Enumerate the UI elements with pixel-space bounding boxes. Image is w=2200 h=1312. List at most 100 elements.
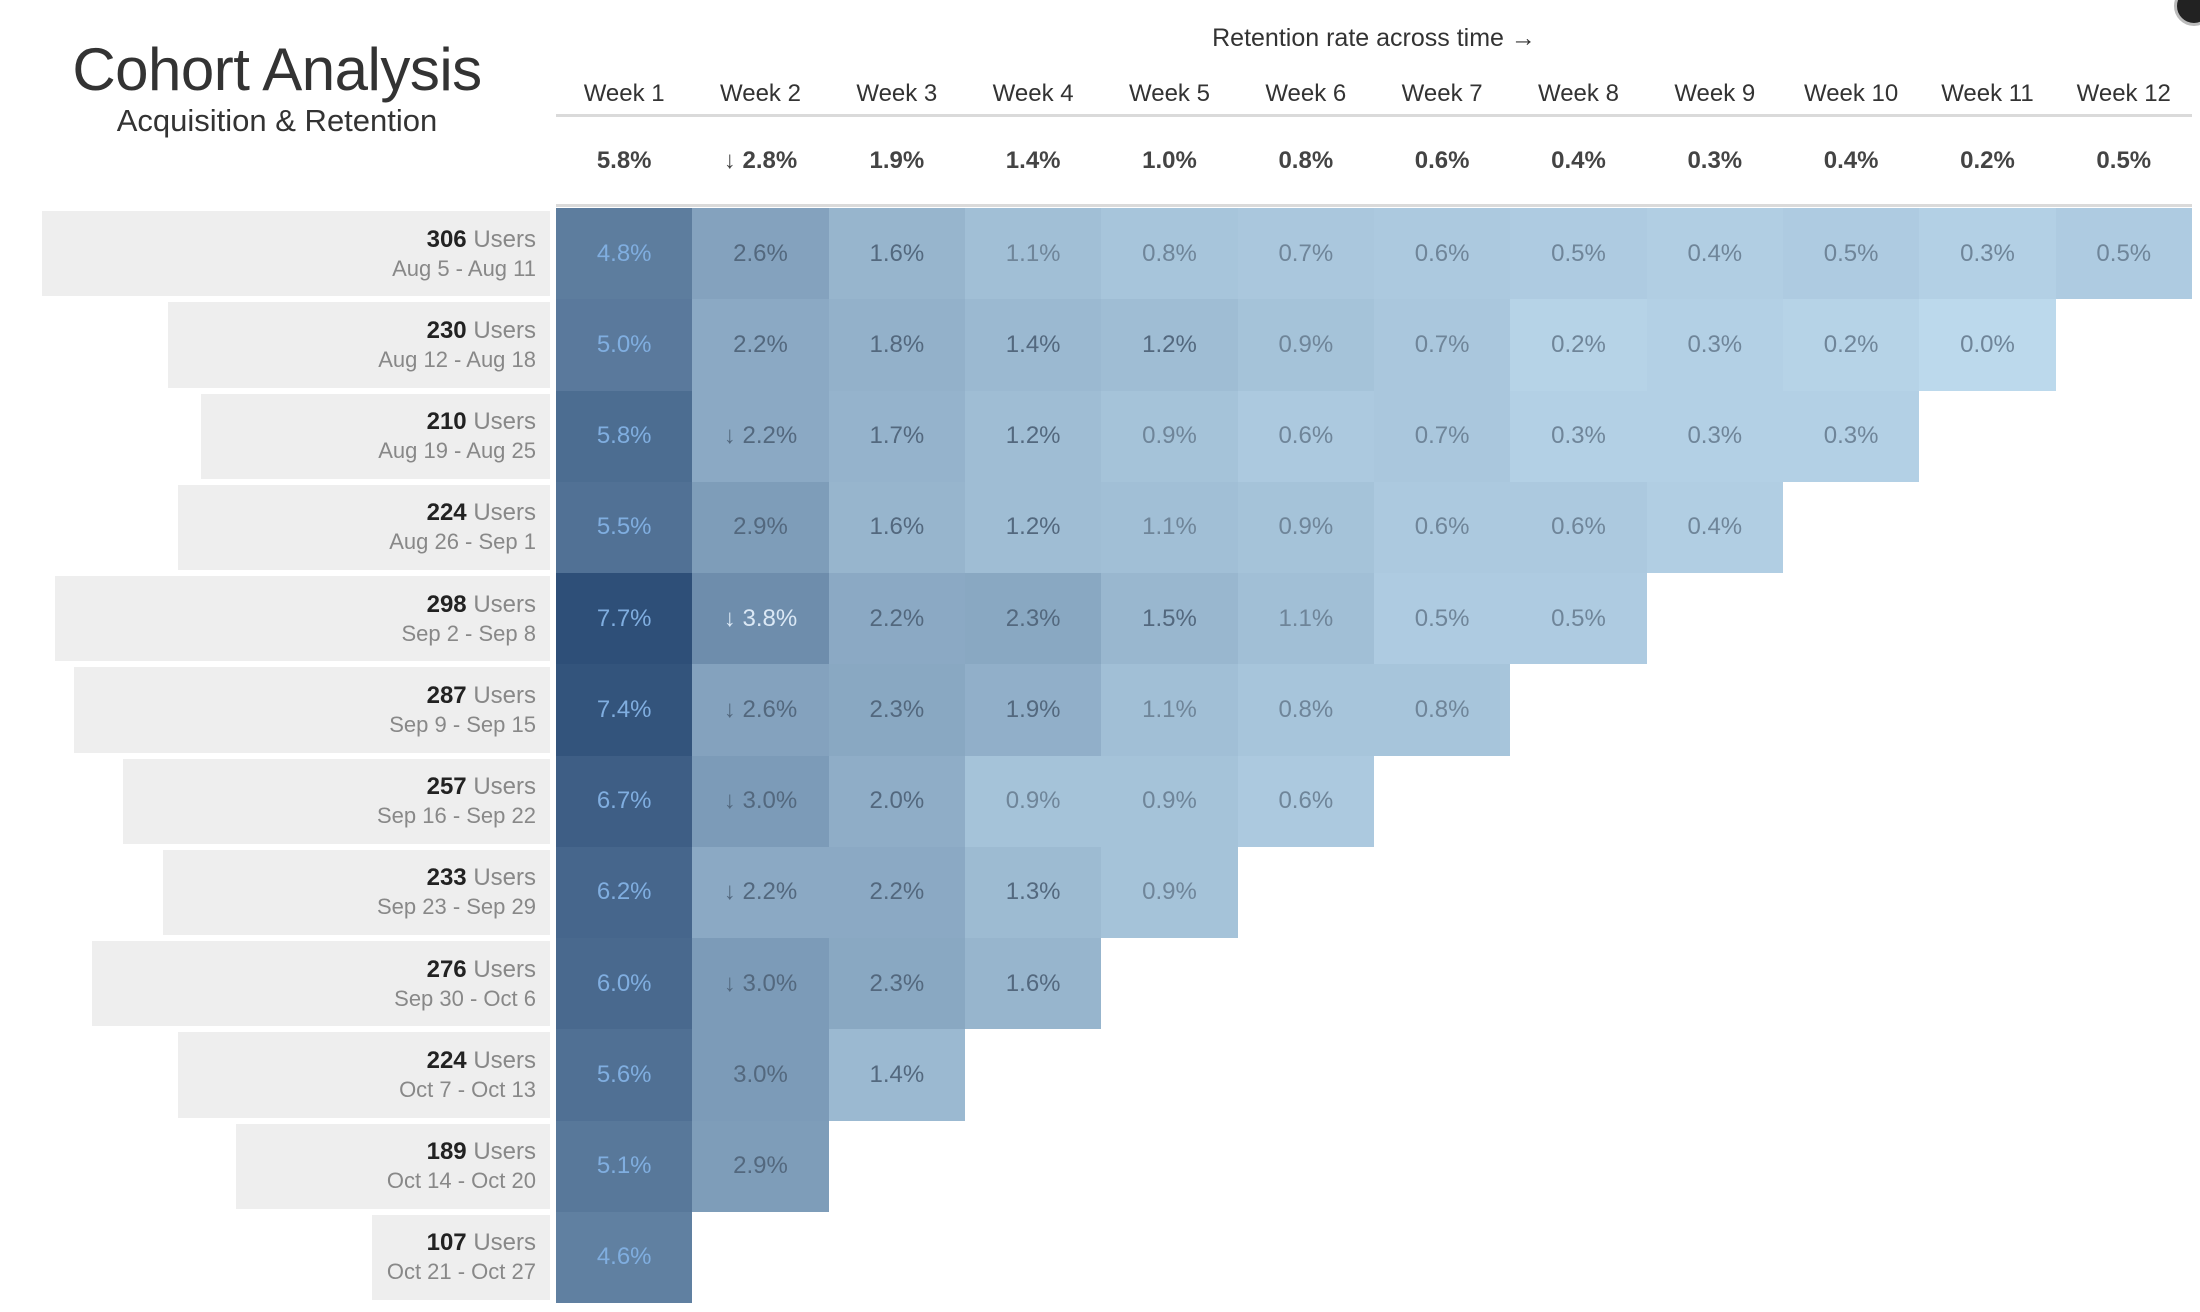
cohort-users: 233 Users xyxy=(427,863,536,893)
weekly-average: 0.8% xyxy=(1278,147,1334,174)
heatmap-row: 7.4% ↓ 2.6% 2.3% 1.9% 1.1% 0.8% 0.8% xyxy=(556,664,2192,756)
week-header: Week 6 xyxy=(1265,80,1347,107)
week-header: Week 12 xyxy=(2076,80,2171,107)
heatmap-cell: 0.8% xyxy=(1373,664,1511,756)
users-count: 210 xyxy=(426,408,467,436)
weekly-average: 1.9% xyxy=(869,147,925,174)
cohort-size-bar: 287 Users Sep 9 - Sep 15 xyxy=(73,667,550,753)
heatmap-cell: 0.6% xyxy=(1237,390,1374,482)
users-suffix: Users xyxy=(466,773,536,801)
cohort-label-row: 230 Users Aug 12 - Aug 18 xyxy=(0,299,550,390)
heatmap-cell: 1.4% xyxy=(828,1029,965,1121)
cohort-users: 189 Users xyxy=(427,1137,536,1167)
heatmap-cell: 1.2% xyxy=(964,390,1102,482)
cohort-size-bar: 224 Users Aug 26 - Sep 1 xyxy=(178,484,550,570)
heatmap-cell: 4.8% xyxy=(556,208,693,300)
x-axis-caption: Retention rate across time → xyxy=(1212,24,1536,52)
heatmap-cell: 1.5% xyxy=(1101,573,1238,665)
weekly-average: 0.3% xyxy=(1687,147,1743,174)
heatmap-cell: 2.0% xyxy=(828,755,965,847)
week-header: Week 7 xyxy=(1401,80,1483,107)
heatmap-cell: 0.8% xyxy=(1237,664,1374,756)
heatmap-row: 4.6% xyxy=(556,1211,2192,1303)
heatmap-cell: 0.5% xyxy=(1782,208,1920,300)
week-header: Week 2 xyxy=(720,80,801,107)
weekly-average: 0.4% xyxy=(1551,147,1606,174)
cohort-users: 210 Users xyxy=(427,407,536,437)
cohort-size-bar: 107 Users Oct 21 - Oct 27 xyxy=(372,1214,550,1300)
heatmap-row: 5.5% 2.9% 1.6% 1.2% 1.1% 0.9% 0.6% 0.6% 0.4% xyxy=(556,481,2192,573)
heatmap-cell: 0.2% xyxy=(1510,299,1647,391)
heatmap-cell: 0.9% xyxy=(1237,481,1374,573)
users-suffix: Users xyxy=(466,408,536,436)
heatmap-cell: 2.6% xyxy=(692,208,829,300)
heatmap-cell: 0.9% xyxy=(1101,390,1238,482)
cohort-date-range: Oct 14 - Oct 20 xyxy=(386,1168,536,1194)
heatmap-cell: 1.9% xyxy=(964,664,1102,756)
cohort-users: 224 Users xyxy=(427,498,536,528)
cohort-date-range: Sep 2 - Sep 8 xyxy=(401,620,536,646)
heatmap-cell: ↓ 2.2% xyxy=(692,390,829,482)
cohort-date-range: Oct 7 - Oct 13 xyxy=(399,1076,536,1102)
week-header: Week 5 xyxy=(1129,80,1210,107)
week-header: Week 4 xyxy=(992,80,1074,107)
heatmap-cell: 0.8% xyxy=(1101,208,1238,300)
week-header-row: Week 1 Week 2 Week 3 Week 4 Week 5 Week 6 Week… xyxy=(556,74,2192,117)
heatmap-cell: 0.6% xyxy=(1373,208,1511,300)
heatmap-cell: 1.6% xyxy=(964,938,1102,1030)
heatmap-cell: 2.9% xyxy=(692,1120,829,1212)
cohort-date-range: Sep 23 - Sep 29 xyxy=(376,894,536,920)
settings-circle-icon[interactable] xyxy=(2174,0,2200,26)
cohort-label-row: 107 Users Oct 21 - Oct 27 xyxy=(0,1212,550,1303)
heatmap-cell: 0.5% xyxy=(2055,208,2192,300)
heatmap-cell: 1.1% xyxy=(1237,573,1374,665)
cohort-date-range: Aug 12 - Aug 18 xyxy=(378,346,536,372)
users-count: 298 xyxy=(426,590,467,618)
heatmap-cell: 1.2% xyxy=(1101,299,1238,391)
cohort-size-bar: 298 Users Sep 2 - Sep 8 xyxy=(55,576,550,662)
heatmap-row: 5.0% 2.2% 1.8% 1.4% 1.2% 0.9% 0.7% 0.2% 0.3% 0.2%… xyxy=(556,299,2192,391)
heatmap-cell: 1.4% xyxy=(964,299,1102,391)
heatmap-cell: 0.6% xyxy=(1373,481,1511,573)
heatmap-cell: 0.0% xyxy=(1919,299,2056,391)
weekly-average: 0.5% xyxy=(2096,147,2152,174)
heatmap-cell: 0.5% xyxy=(1510,208,1647,300)
heatmap-cell: 0.9% xyxy=(1101,846,1238,938)
users-suffix: Users xyxy=(466,499,536,527)
retention-heatmap: 4.8% 2.6% 1.6% 1.1% 0.8% 0.7% 0.6% 0.5% 0.4% 0.5%… xyxy=(556,208,2192,1303)
week-header: Week 11 xyxy=(1941,80,2034,107)
week-header: Week 9 xyxy=(1674,80,1756,107)
weekly-average: 0.4% xyxy=(1823,147,1879,174)
users-count: 257 xyxy=(426,773,467,801)
cohort-label-row: 257 Users Sep 16 - Sep 22 xyxy=(0,756,550,847)
heatmap-cell: 2.2% xyxy=(692,299,829,391)
heatmap-cell: 2.2% xyxy=(828,846,965,938)
cohort-labels: 306 Users Aug 5 - Aug 11 230 Users Aug 12 -… xyxy=(0,208,550,1303)
heatmap-cell: 6.7% xyxy=(556,755,693,847)
week-header: Week 1 xyxy=(583,80,665,107)
heatmap-cell: 5.6% xyxy=(556,1029,693,1121)
cohort-label-row: 276 Users Sep 30 - Oct 6 xyxy=(0,938,550,1029)
cohort-date-range: Sep 30 - Oct 6 xyxy=(394,985,536,1011)
weekly-average: 0.6% xyxy=(1414,147,1470,174)
cohort-label-row: 298 Users Sep 2 - Sep 8 xyxy=(0,573,550,664)
heatmap-cell: 2.2% xyxy=(828,573,965,665)
users-suffix: Users xyxy=(466,681,536,709)
heatmap-cell: 0.3% xyxy=(1510,390,1647,482)
heatmap-cell: ↓ 3.8% xyxy=(692,573,829,665)
users-count: 224 xyxy=(426,499,467,527)
week-header: Week 3 xyxy=(856,80,938,107)
heatmap-cell: 0.6% xyxy=(1510,481,1647,573)
weekly-average-row: 5.8% ↓ 2.8% 1.9% 1.4% 1.0% 0.8% 0.6% 0.4% 0.3% 0.… xyxy=(556,118,2192,207)
cohort-size-bar: 189 Users Oct 14 - Oct 20 xyxy=(236,1123,550,1209)
cohort-date-range: Sep 9 - Sep 15 xyxy=(389,711,536,737)
heatmap-row: 4.8% 2.6% 1.6% 1.1% 0.8% 0.7% 0.6% 0.5% 0.4% 0.5%… xyxy=(556,208,2192,300)
users-count: 107 xyxy=(426,1229,467,1257)
heatmap-cell: 0.3% xyxy=(1646,390,1783,482)
users-suffix: Users xyxy=(466,955,536,983)
heatmap-cell: ↓ 2.2% xyxy=(692,846,829,938)
users-count: 189 xyxy=(426,1138,467,1166)
heatmap-cell: 0.9% xyxy=(964,755,1102,847)
cohort-users: 276 Users xyxy=(427,955,536,985)
users-count: 287 xyxy=(426,681,467,709)
